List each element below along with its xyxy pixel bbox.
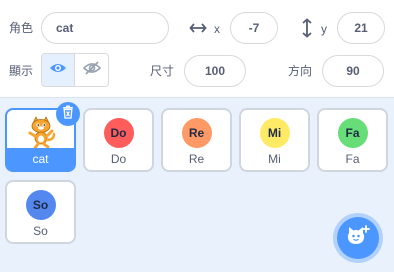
sprite-info-panel: 角色 cat x -7 y 21 顯示 尺寸 100 方向 90 (0, 0, 394, 98)
x-input[interactable]: -7 (230, 12, 278, 44)
sprite-tile-so[interactable]: So So (5, 180, 76, 244)
eye-icon (49, 61, 67, 79)
sprite-thumb-re: Re (181, 118, 212, 148)
delete-sprite-button[interactable] (56, 102, 80, 126)
sprite-name-so: So (33, 224, 48, 238)
cat-costume-icon (24, 115, 58, 149)
sprite-name-do: Do (110, 152, 127, 166)
hide-button[interactable] (75, 54, 108, 86)
add-sprite-button-inner (337, 217, 379, 259)
show-label: 顯示 (9, 64, 34, 78)
direction-value: 90 (346, 64, 360, 78)
x-value: -7 (248, 21, 260, 35)
sprite-tile-re[interactable]: Re Re (161, 108, 232, 172)
eye-slash-icon (82, 60, 101, 80)
y-value: 21 (354, 21, 368, 35)
sprite-tile-fa[interactable]: Fa Fa (317, 108, 388, 172)
size-label: 尺寸 (150, 64, 175, 78)
direction-input[interactable]: 90 (322, 55, 384, 87)
sprite-name-mi: Mi (268, 152, 281, 166)
size-input[interactable]: 100 (184, 55, 246, 87)
y-label: y (321, 22, 327, 36)
show-button[interactable] (42, 54, 75, 86)
sprite-thumb-mi: Mi (259, 118, 290, 148)
sprite-name-input[interactable]: cat (41, 12, 169, 44)
trash-icon (62, 105, 74, 124)
vertical-arrows-icon (301, 18, 313, 38)
sprite-name-re: Re (188, 152, 205, 166)
visibility-toggle (41, 53, 109, 87)
sprite-tile-do[interactable]: Do Do (83, 108, 154, 172)
sprite-name-value: cat (56, 21, 74, 35)
x-label: x (214, 22, 220, 36)
sprite-thumb-so: So (25, 190, 56, 220)
sprite-thumb-fa: Fa (337, 118, 368, 148)
size-value: 100 (204, 64, 226, 78)
sprite-name-fa: Fa (345, 152, 360, 166)
sprite-tile-mi[interactable]: Mi Mi (239, 108, 310, 172)
direction-label: 方向 (288, 64, 313, 78)
sprite-label: 角色 (9, 21, 34, 35)
cat-plus-icon (346, 224, 370, 252)
sprite-thumb-do: Do (103, 118, 134, 148)
add-sprite-button[interactable] (333, 213, 383, 263)
sprite-name-cat: cat (7, 148, 74, 170)
y-input[interactable]: 21 (337, 12, 385, 44)
horizontal-arrows-icon (189, 21, 207, 35)
